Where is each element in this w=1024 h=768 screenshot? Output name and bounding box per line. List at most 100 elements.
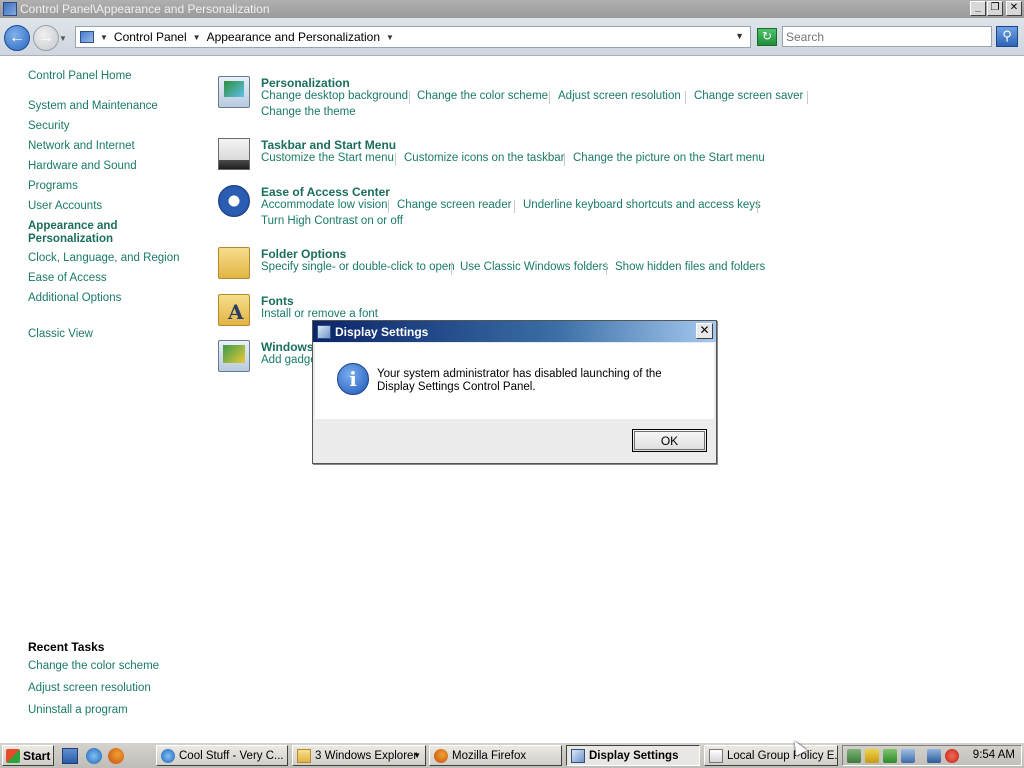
- address-bar[interactable]: ▼ Control Panel ▼ Appearance and Persona…: [75, 26, 751, 48]
- refresh-button[interactable]: ↻: [757, 28, 777, 46]
- category-link[interactable]: Install or remove a font: [261, 308, 378, 320]
- taskbar-button-cool-stuff[interactable]: Cool Stuff - Very C...: [156, 745, 288, 766]
- recent-task-item[interactable]: Change the color scheme: [28, 660, 159, 672]
- info-icon: i: [337, 363, 369, 395]
- folder-icon: [297, 748, 311, 763]
- category-link[interactable]: Accommodate low vision: [261, 199, 388, 211]
- nav-control-panel-home[interactable]: Control Panel Home: [28, 70, 132, 82]
- control-panel-icon: [80, 31, 94, 43]
- taskbar-button-windows-explorer[interactable]: 3 Windows Explorer ▼: [292, 745, 426, 766]
- computer-network-icon[interactable]: [927, 749, 941, 763]
- maximize-button[interactable]: ❐: [987, 1, 1003, 16]
- nav-ease-of-access[interactable]: Ease of Access: [28, 272, 107, 284]
- category-title[interactable]: Folder Options: [261, 247, 346, 261]
- internet-explorer-icon[interactable]: [86, 748, 102, 764]
- back-button[interactable]: ←: [4, 25, 30, 51]
- category-link[interactable]: Customize icons on the taskbar: [404, 152, 564, 164]
- document-icon: [709, 748, 723, 763]
- folder-icon[interactable]: [218, 247, 250, 279]
- category-title[interactable]: Windows: [261, 340, 314, 354]
- display-settings-dialog: Display Settings ✕ i Your system adminis…: [312, 320, 717, 464]
- taskbar: Start Cool Stuff - Very C... 3 Windows E…: [0, 742, 1024, 768]
- update-icon[interactable]: [883, 749, 897, 763]
- category-link[interactable]: Change screen saver: [694, 90, 803, 102]
- firefox-icon: [434, 748, 448, 763]
- category-link[interactable]: Specify single- or double-click to open: [261, 261, 455, 273]
- category-title[interactable]: Personalization: [261, 76, 350, 90]
- chevron-down-icon[interactable]: ▼: [100, 33, 108, 42]
- start-button[interactable]: Start: [2, 745, 54, 766]
- breadcrumb-appearance[interactable]: Appearance and Personalization: [207, 30, 380, 44]
- nav-additional-options[interactable]: Additional Options: [28, 292, 121, 304]
- recent-task-item[interactable]: Uninstall a program: [28, 704, 128, 716]
- address-dropdown-icon[interactable]: ▼: [735, 31, 744, 41]
- category-title[interactable]: Taskbar and Start Menu: [261, 138, 396, 152]
- taskbar-button-firefox[interactable]: Mozilla Firefox: [429, 745, 562, 766]
- chevron-down-icon[interactable]: ▼: [386, 33, 394, 42]
- category-title[interactable]: Fonts: [261, 294, 294, 308]
- control-panel-icon: [3, 2, 17, 16]
- link-divider: [757, 200, 758, 213]
- dialog-title-bar[interactable]: Display Settings: [313, 321, 716, 342]
- personalization-icon[interactable]: [218, 76, 250, 108]
- nav-clock-language-region[interactable]: Clock, Language, and Region: [28, 252, 180, 264]
- category-link[interactable]: Underline keyboard shortcuts and access …: [523, 199, 761, 211]
- nav-programs[interactable]: Programs: [28, 180, 78, 192]
- category-link[interactable]: Add gadge: [261, 354, 317, 366]
- link-divider: [606, 262, 607, 275]
- volume-muted-icon[interactable]: [945, 749, 959, 763]
- task-label: Display Settings: [589, 749, 679, 762]
- show-desktop-icon[interactable]: [62, 748, 78, 764]
- dialog-close-button[interactable]: ✕: [696, 323, 713, 339]
- close-button[interactable]: ✕: [1006, 1, 1022, 16]
- minimize-button[interactable]: _: [970, 1, 986, 16]
- firefox-icon[interactable]: [108, 748, 124, 764]
- system-tray: 9:54 AM: [842, 745, 1022, 766]
- link-divider: [564, 153, 565, 166]
- link-divider: [549, 91, 550, 104]
- network-icon[interactable]: [847, 749, 861, 763]
- category-link[interactable]: Change desktop background: [261, 90, 408, 102]
- category-link[interactable]: Change the picture on the Start menu: [573, 152, 765, 164]
- security-shield-icon[interactable]: [865, 749, 879, 763]
- nav-network-and-internet[interactable]: Network and Internet: [28, 140, 135, 152]
- taskbar-button-group-policy[interactable]: Local Group Policy E...: [704, 745, 838, 766]
- search-button[interactable]: ⚲: [996, 26, 1018, 47]
- category-link[interactable]: Change the theme: [261, 106, 356, 118]
- search-input[interactable]: [782, 26, 992, 47]
- category-link[interactable]: Use Classic Windows folders: [460, 261, 608, 273]
- display-settings-icon: [317, 324, 331, 339]
- clock[interactable]: 9:54 AM: [973, 749, 1015, 761]
- window-title-bar[interactable]: Control Panel\Appearance and Personaliza…: [0, 0, 1024, 18]
- category-link[interactable]: Change screen reader: [397, 199, 511, 211]
- nav-appearance-and-personalization[interactable]: Appearance and Personalization: [28, 220, 168, 246]
- tray-app-icon[interactable]: [901, 749, 915, 763]
- recent-task-item[interactable]: Adjust screen resolution: [28, 682, 151, 694]
- fonts-icon[interactable]: [218, 294, 250, 326]
- category-link[interactable]: Change the color scheme: [417, 90, 548, 102]
- task-label: Cool Stuff - Very C...: [179, 749, 284, 762]
- nav-system-and-maintenance[interactable]: System and Maintenance: [28, 100, 158, 112]
- category-title[interactable]: Ease of Access Center: [261, 185, 390, 199]
- category-link[interactable]: Adjust screen resolution: [558, 90, 681, 102]
- dialog-title: Display Settings: [335, 324, 429, 339]
- task-label: 3 Windows Explorer: [315, 749, 418, 762]
- nav-user-accounts[interactable]: User Accounts: [28, 200, 102, 212]
- nav-hardware-and-sound[interactable]: Hardware and Sound: [28, 160, 137, 172]
- ok-button[interactable]: OK: [632, 429, 707, 452]
- windows-logo-icon: [6, 748, 20, 763]
- ease-of-access-icon[interactable]: [218, 185, 250, 217]
- forward-button[interactable]: →: [33, 25, 59, 51]
- history-dropdown-icon[interactable]: ▼: [59, 34, 67, 43]
- nav-classic-view[interactable]: Classic View: [28, 328, 93, 340]
- category-link[interactable]: Turn High Contrast on or off: [261, 215, 403, 227]
- taskbar-icon[interactable]: [218, 138, 250, 170]
- category-link[interactable]: Show hidden files and folders: [615, 261, 765, 273]
- link-divider: [409, 91, 410, 104]
- breadcrumb-control-panel[interactable]: Control Panel: [114, 30, 187, 44]
- category-link[interactable]: Customize the Start menu: [261, 152, 394, 164]
- chevron-down-icon[interactable]: ▼: [193, 33, 201, 42]
- taskbar-button-display-settings[interactable]: Display Settings: [566, 745, 700, 766]
- sidebar-icon[interactable]: [218, 340, 250, 372]
- nav-security[interactable]: Security: [28, 120, 70, 132]
